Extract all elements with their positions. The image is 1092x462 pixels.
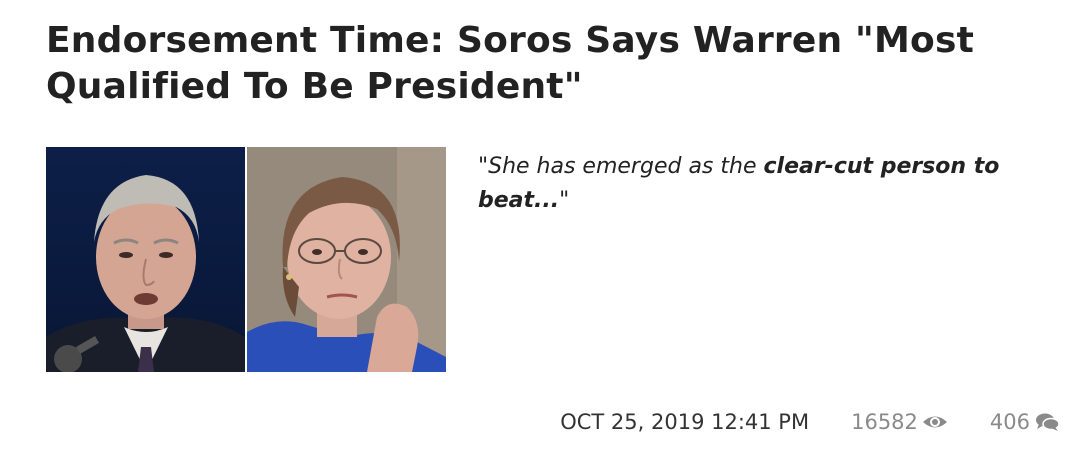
portrait-man-illustration: [46, 175, 245, 372]
view-count: 16582: [851, 410, 948, 434]
thumbnail-photo-left: [46, 147, 245, 372]
comment-count-value: 406: [989, 410, 1030, 434]
thumbnail-photo-right: [247, 147, 446, 372]
portrait-woman-illustration: [247, 147, 446, 372]
comment-icon: [1034, 412, 1060, 432]
comment-count[interactable]: 406: [990, 410, 1060, 434]
article-card: Endorsement Time: Soros Says Warren "Mos…: [0, 0, 1092, 462]
view-count-value: 16582: [851, 410, 918, 434]
article-headline[interactable]: Endorsement Time: Soros Says Warren "Mos…: [46, 18, 1046, 110]
eye-icon: [922, 412, 948, 432]
teaser-quote-end: ": [559, 188, 570, 213]
article-timestamp: OCT 25, 2019 12:41 PM: [560, 410, 810, 434]
teaser-quote-start: "She has emerged as the: [478, 154, 764, 179]
article-thumbnail[interactable]: [46, 147, 446, 372]
article-meta: OCT 25, 2019 12:41 PM 16582 406: [560, 405, 1060, 439]
article-teaser: "She has emerged as the clear-cut person…: [478, 150, 1068, 218]
